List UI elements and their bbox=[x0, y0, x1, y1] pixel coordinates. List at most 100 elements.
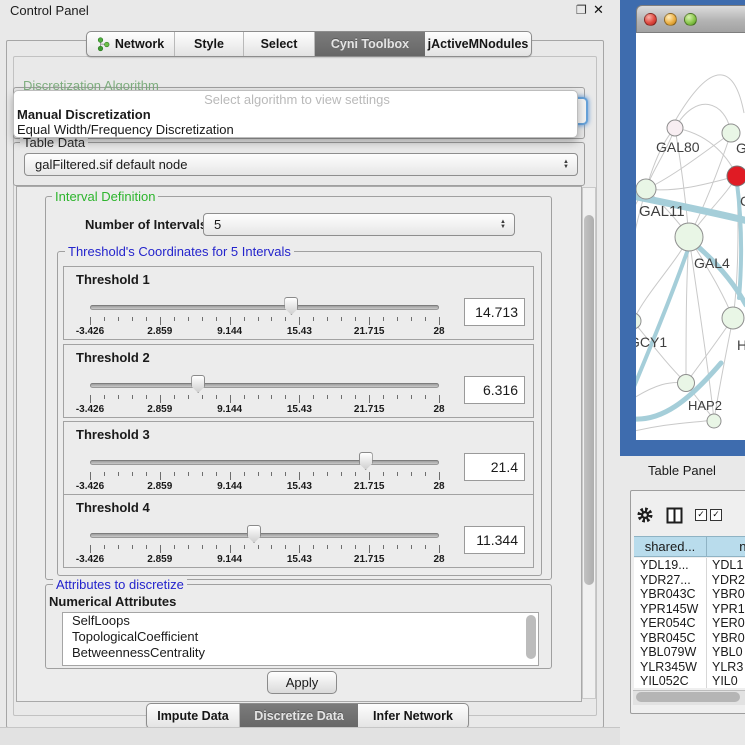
table-h-scrollbar-thumb[interactable] bbox=[636, 692, 740, 702]
node-label-gal80: GAL80 bbox=[656, 139, 700, 155]
table-row[interactable]: YBR045CYBR0 bbox=[634, 631, 745, 646]
column-header-name[interactable]: na bbox=[707, 536, 745, 557]
table-row[interactable]: YIL052CYIL0 bbox=[634, 674, 745, 688]
close-icon[interactable]: ✕ bbox=[593, 2, 604, 18]
table-cell[interactable]: YPR1 bbox=[707, 602, 745, 617]
node-label-partial-h: H bbox=[737, 337, 745, 353]
table-row[interactable]: YBL079WYBL0 bbox=[634, 645, 745, 660]
node-gcy1[interactable] bbox=[636, 313, 641, 329]
table-cell[interactable]: YIL0 bbox=[707, 674, 738, 688]
table-cell[interactable]: YER0 bbox=[707, 616, 745, 631]
table-data-select[interactable]: galFiltered.sif default node ▲▼ bbox=[24, 153, 578, 176]
network-window-titlebar[interactable] bbox=[636, 5, 745, 33]
column-header-shared[interactable]: shared... bbox=[634, 536, 707, 557]
close-traffic-light-icon[interactable] bbox=[644, 13, 657, 26]
node-h[interactable] bbox=[722, 307, 744, 329]
table-header-row: shared... na bbox=[634, 536, 745, 557]
cytoscape-ui: Control Panel ❐ ✕ Network Style Select C… bbox=[0, 0, 745, 745]
table-cell[interactable]: YBR0 bbox=[707, 587, 745, 602]
table-panel-title: Table Panel bbox=[620, 456, 745, 484]
table-row[interactable]: YER054CYER0 bbox=[634, 616, 745, 631]
table-cell[interactable]: YBR045C bbox=[634, 631, 707, 646]
numerical-attributes-list[interactable]: SelfLoopsTopologicalCoefficientBetweenne… bbox=[62, 612, 539, 666]
tab-infer-network[interactable]: Infer Network bbox=[358, 704, 468, 728]
bottom-tab-bar: Impute Data Discretize Data Infer Networ… bbox=[146, 703, 469, 729]
threshold-3-value-field[interactable]: 21.4 bbox=[464, 453, 525, 481]
list-item[interactable]: BetweennessCentrality bbox=[63, 645, 538, 661]
node-bottom-partial[interactable] bbox=[707, 414, 721, 428]
threshold-3-panel: Threshold 3 -3.4262.8599.14415.4321.7152… bbox=[63, 421, 534, 495]
table-cell[interactable]: YBR043C bbox=[634, 587, 707, 602]
table-cell[interactable]: YER054C bbox=[634, 616, 707, 631]
num-intervals-label: Number of Intervals bbox=[85, 217, 207, 232]
threshold-4-slider-thumb[interactable] bbox=[247, 525, 261, 543]
num-intervals-select[interactable]: 5 ▲▼ bbox=[203, 213, 515, 236]
vertical-scrollbar-thumb[interactable] bbox=[584, 215, 594, 585]
tab-select[interactable]: Select bbox=[244, 32, 315, 56]
popup-option-manual-discretization[interactable]: Manual Discretization bbox=[14, 107, 577, 122]
table-cell[interactable]: YIL052C bbox=[634, 674, 707, 688]
list-scrollbar-thumb[interactable] bbox=[526, 615, 536, 659]
split-view-icon[interactable] bbox=[666, 507, 683, 524]
node-gal80[interactable] bbox=[667, 120, 683, 136]
table-cell[interactable]: YDL1 bbox=[707, 558, 743, 573]
node-label-gcy1: GCY1 bbox=[636, 334, 667, 350]
tab-network-label: Network bbox=[115, 37, 164, 51]
node-red-selected[interactable] bbox=[727, 166, 745, 186]
threshold-1-slider-thumb[interactable] bbox=[284, 297, 298, 315]
table-cell[interactable]: YBR0 bbox=[707, 631, 745, 646]
threshold-1-value-field[interactable]: 14.713 bbox=[464, 298, 525, 326]
table-cell[interactable]: YDR2 bbox=[707, 573, 745, 588]
table-cell[interactable]: YLR345W bbox=[634, 660, 707, 675]
list-item[interactable]: TopologicalCoefficient bbox=[63, 629, 538, 645]
threshold-2-value-field[interactable]: 6.316 bbox=[464, 376, 525, 404]
checked-checkbox-icon[interactable]: ✓ bbox=[695, 509, 707, 521]
tab-network[interactable]: Network bbox=[87, 32, 175, 56]
table-row[interactable]: YBR043CYBR0 bbox=[634, 587, 745, 602]
table-cell[interactable]: YDL19... bbox=[634, 558, 707, 573]
node-gal4[interactable] bbox=[675, 223, 703, 251]
list-item[interactable]: SelfLoops bbox=[63, 613, 538, 629]
table-row[interactable]: YPR145WYPR1 bbox=[634, 602, 745, 617]
table-row[interactable]: YDR27...YDR2 bbox=[634, 573, 745, 588]
table-cell[interactable]: YLR3 bbox=[707, 660, 743, 675]
node-label-gal11: GAL11 bbox=[639, 203, 685, 220]
table-cell[interactable]: YPR145W bbox=[634, 602, 707, 617]
node-hap2[interactable] bbox=[678, 375, 695, 392]
table-rows[interactable]: YDL19...YDL1YDR27...YDR2YBR043CYBR0YPR14… bbox=[634, 558, 745, 688]
table-cell[interactable]: YBL079W bbox=[634, 645, 707, 660]
tab-impute-data[interactable]: Impute Data bbox=[147, 704, 240, 728]
node-label-gal4: GAL4 bbox=[694, 255, 730, 271]
checked-checkbox-icon[interactable]: ✓ bbox=[710, 509, 722, 521]
threshold-2-slider-thumb[interactable] bbox=[191, 375, 205, 393]
threshold-4-value-field[interactable]: 11.344 bbox=[464, 526, 525, 554]
table-row[interactable]: YDL19...YDL1 bbox=[634, 558, 745, 573]
float-window-icon[interactable]: ❐ bbox=[576, 3, 587, 17]
popup-placeholder-option[interactable]: Select algorithm to view settings bbox=[14, 92, 577, 107]
table-row[interactable]: YLR345WYLR3 bbox=[634, 660, 745, 675]
attributes-group-title: Attributes to discretize bbox=[53, 577, 187, 592]
spinner-arrows-icon: ▲▼ bbox=[563, 160, 569, 170]
spinner-arrows-icon: ▲▼ bbox=[500, 220, 506, 230]
table-cell[interactable]: YDR27... bbox=[634, 573, 707, 588]
network-icon bbox=[97, 37, 110, 52]
tab-cyni-toolbox[interactable]: Cyni Toolbox bbox=[315, 32, 425, 56]
table-cell[interactable]: YBL0 bbox=[707, 645, 743, 660]
threshold-1-panel: Threshold 1 -3.4262.8599.14415.4321.7152… bbox=[63, 266, 534, 340]
tab-jactivemnodules[interactable]: jActiveMNodules bbox=[425, 32, 531, 56]
minimize-traffic-light-icon[interactable] bbox=[664, 13, 677, 26]
apply-button[interactable]: Apply bbox=[267, 671, 337, 694]
panel-title: Control Panel bbox=[10, 3, 89, 18]
algorithm-dropdown-popup: Select algorithm to view settings Manual… bbox=[13, 90, 578, 138]
node-label-partial-ga: GA bbox=[736, 140, 745, 156]
gear-icon[interactable] bbox=[636, 506, 654, 524]
threshold-4-panel: Threshold 4 -3.4262.8599.14415.4321.7152… bbox=[63, 494, 534, 568]
node-gal11[interactable] bbox=[636, 179, 656, 199]
tab-style[interactable]: Style bbox=[175, 32, 244, 56]
network-view[interactable]: GAL80 GA GAL11 C GAL4 GCY1 H HAP2 bbox=[636, 33, 745, 440]
zoom-traffic-light-icon[interactable] bbox=[684, 13, 697, 26]
window-bottom-strip bbox=[0, 727, 620, 745]
tab-discretize-data[interactable]: Discretize Data bbox=[240, 704, 358, 728]
popup-option-equal-width[interactable]: Equal Width/Frequency Discretization bbox=[14, 122, 577, 137]
threshold-3-slider-thumb[interactable] bbox=[359, 452, 373, 470]
